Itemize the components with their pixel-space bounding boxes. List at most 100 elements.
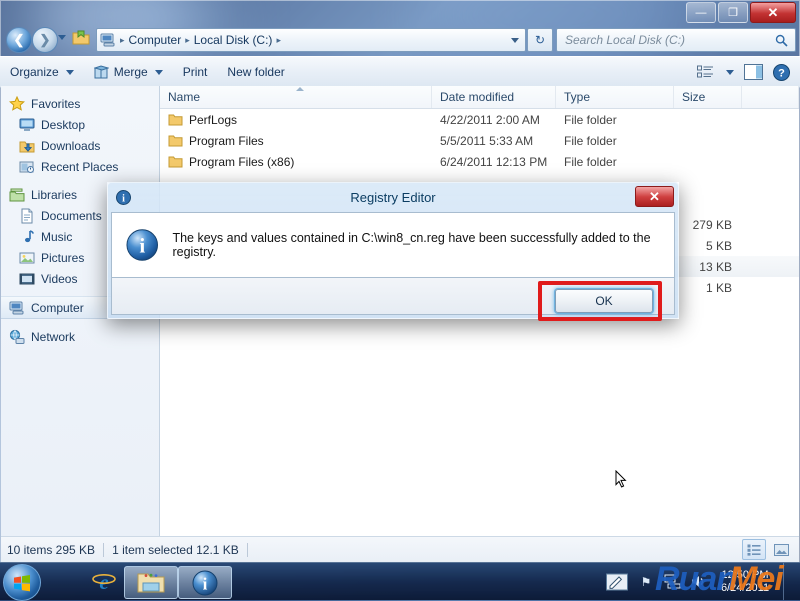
sidebar-item-favorites[interactable]: Favorites xyxy=(1,93,159,114)
computer-icon xyxy=(9,301,24,314)
back-button[interactable]: ❮ xyxy=(6,27,32,53)
registry-editor-dialog[interactable]: i Registry Editor ✕ i The keys and value… xyxy=(107,182,679,321)
preview-pane-icon[interactable] xyxy=(744,64,763,80)
sidebar-item-recent-places[interactable]: Recent Places xyxy=(1,156,159,177)
system-tray: ⚑ 12:50 PM 6/24/2011 xyxy=(606,563,800,600)
details-view-button[interactable] xyxy=(742,539,766,560)
sidebar-label: Recent Places xyxy=(41,159,119,174)
folder-icon xyxy=(168,114,183,126)
cell-type: File folder xyxy=(564,133,617,148)
column-header-date[interactable]: Date modified xyxy=(432,86,556,108)
documents-icon xyxy=(21,208,33,223)
column-header-size[interactable]: Size xyxy=(674,86,742,108)
folder-icon xyxy=(72,30,90,45)
tablet-pen-icon[interactable] xyxy=(606,573,628,591)
chevron-down-icon xyxy=(65,69,74,75)
table-row[interactable]: PerfLogs 4/22/2011 2:00 AM File folder xyxy=(160,109,799,130)
organize-button[interactable]: Organize xyxy=(0,61,84,83)
recent-pages-dropdown-icon[interactable] xyxy=(58,35,66,40)
address-bar[interactable]: ▸ Computer ▸ Local Disk (C:) ▸ xyxy=(96,28,526,52)
chevron-down-icon[interactable] xyxy=(726,69,734,75)
clock-time: 12:50 PM xyxy=(721,568,769,581)
forward-button[interactable]: ❯ xyxy=(32,27,58,53)
taskbar-button-internet-explorer[interactable]: e xyxy=(78,566,130,597)
start-button[interactable] xyxy=(3,564,41,601)
sidebar-label: Documents xyxy=(41,208,102,223)
cell-size: 5 KB xyxy=(705,238,732,253)
taskbar-clock[interactable]: 12:50 PM 6/24/2011 xyxy=(716,569,774,595)
refresh-button[interactable]: ↻ xyxy=(527,28,553,52)
sidebar-label: Pictures xyxy=(41,250,85,265)
taskbar-button-windows-explorer[interactable] xyxy=(124,566,178,599)
maximize-button[interactable]: ❐ xyxy=(718,2,748,23)
taskbar-button-registry-editor-dialog[interactable]: i xyxy=(178,566,232,599)
sidebar-label: Music xyxy=(41,229,73,244)
sidebar-label: Network xyxy=(31,329,76,344)
breadcrumb-separator[interactable]: ▸ xyxy=(273,35,284,46)
file-name: PerfLogs xyxy=(189,112,238,127)
minimize-button[interactable]: — xyxy=(686,2,716,23)
cell-date: 5/5/2011 5:33 AM xyxy=(440,133,534,148)
breadcrumb-local-disk[interactable]: Local Disk (C:) xyxy=(193,33,274,47)
new-folder-button[interactable]: New folder xyxy=(217,61,294,83)
merge-button[interactable]: Merge xyxy=(84,61,173,83)
command-toolbar: Organize Merge Print New folder ? xyxy=(0,56,800,88)
recent-places-icon xyxy=(19,161,34,173)
table-row[interactable]: Program Files (x86) 6/24/2011 12:13 PM Fil… xyxy=(160,151,799,172)
column-header-type[interactable]: Type xyxy=(556,86,674,108)
sidebar-item-desktop[interactable]: Desktop xyxy=(1,114,159,135)
svg-text:i: i xyxy=(139,234,145,258)
search-icon xyxy=(775,34,788,47)
status-divider xyxy=(103,542,105,557)
view-layout-icon[interactable] xyxy=(697,65,714,80)
cell-name: Program Files xyxy=(160,134,432,148)
dialog-close-button[interactable]: ✕ xyxy=(635,186,674,207)
info-icon: i xyxy=(192,570,218,595)
sort-ascending-icon xyxy=(295,87,304,91)
large-icons-view-button[interactable] xyxy=(769,539,793,560)
network-tray-icon[interactable] xyxy=(664,574,681,589)
network-icon xyxy=(9,329,25,344)
cell-size: 13 KB xyxy=(699,259,732,274)
table-row[interactable]: Program Files 5/5/2011 5:33 AM File folder xyxy=(160,130,799,151)
info-icon: i xyxy=(126,229,158,261)
info-icon: i xyxy=(116,190,131,205)
downloads-icon xyxy=(19,141,35,152)
windows-logo-icon xyxy=(14,574,30,591)
breadcrumb-computer[interactable]: Computer xyxy=(128,33,183,47)
ok-button[interactable]: OK xyxy=(555,289,653,313)
sidebar-item-network[interactable]: Network xyxy=(1,326,159,347)
sidebar-item-downloads[interactable]: Downloads xyxy=(1,135,159,156)
sidebar-label: Computer xyxy=(31,300,84,315)
help-icon[interactable]: ? xyxy=(773,63,790,81)
show-desktop-button[interactable] xyxy=(783,563,794,600)
column-header-name[interactable]: Name xyxy=(160,86,432,108)
pictures-icon xyxy=(19,252,35,263)
organize-label: Organize xyxy=(10,65,59,79)
dialog-titlebar[interactable]: i Registry Editor ✕ xyxy=(107,182,679,212)
status-divider xyxy=(246,542,248,557)
sidebar-section-favorites: Favorites Desktop Downloads Recent Place… xyxy=(1,93,159,177)
file-name: Program Files (x86) xyxy=(189,154,295,169)
sidebar-label: Desktop xyxy=(41,117,86,132)
window-titlebar[interactable]: — ❐ ✕ xyxy=(0,0,800,23)
navigation-bar: ❮ ❯ ▸ Computer ▸ Local Disk (C:) ▸ ↻ Sea… xyxy=(0,22,800,56)
view-toggle-group xyxy=(742,539,799,560)
close-button[interactable]: ✕ xyxy=(750,2,796,23)
action-center-flag-icon[interactable]: ⚑ xyxy=(637,574,655,590)
cell-size: 1 KB xyxy=(705,280,732,295)
internet-explorer-icon: e xyxy=(92,570,116,594)
address-dropdown-icon[interactable] xyxy=(511,37,519,43)
sidebar-label: Videos xyxy=(41,271,78,286)
folder-icon xyxy=(168,135,183,147)
breadcrumb-separator: ▸ xyxy=(120,34,125,45)
column-label: Name xyxy=(168,90,201,104)
search-box[interactable]: Search Local Disk (C:) xyxy=(556,28,796,52)
cell-name: PerfLogs xyxy=(160,113,432,127)
music-icon xyxy=(25,229,34,242)
column-headers: Name Date modified Type Size xyxy=(160,86,799,109)
print-button[interactable]: Print xyxy=(173,61,218,83)
computer-icon xyxy=(100,33,115,47)
volume-icon[interactable] xyxy=(690,574,707,589)
breadcrumb-separator: ▸ xyxy=(185,34,190,45)
